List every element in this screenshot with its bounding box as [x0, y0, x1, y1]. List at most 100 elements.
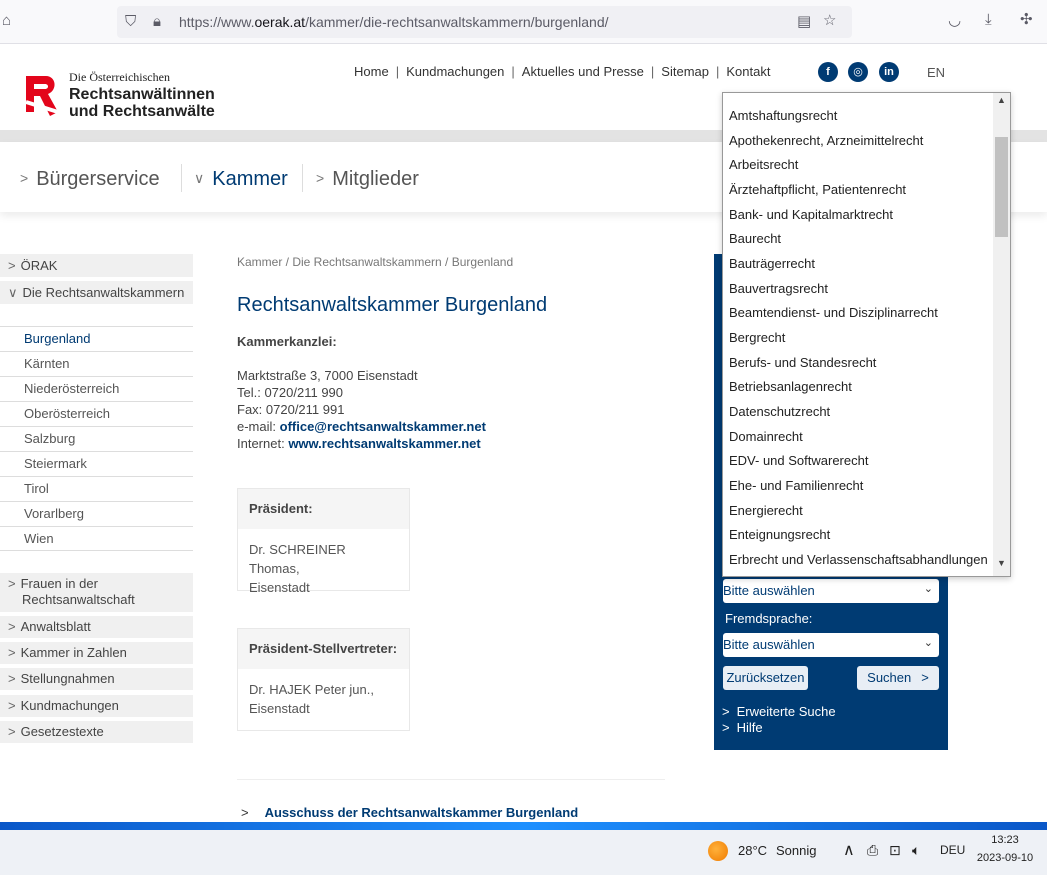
- chevron-right-icon: >: [241, 805, 249, 820]
- chevron-right-icon: >: [20, 170, 29, 186]
- dropdown-option[interactable]: Berufs- und Standesrecht: [729, 355, 876, 370]
- instagram-icon[interactable]: ◎: [848, 62, 868, 82]
- clock-time[interactable]: 13:23: [990, 834, 1020, 846]
- kanzlei-label: Kammerkanzlei:: [237, 334, 337, 349]
- scrollbar-thumb[interactable]: [995, 137, 1008, 237]
- fachgebiet-select[interactable]: Bitte auswählen ⌄: [723, 579, 939, 603]
- logo-text[interactable]: Die Österreichischen Rechtsanwältinnen u…: [69, 69, 215, 120]
- sidebar-sub-vorarlberg[interactable]: Vorarlberg: [0, 501, 193, 526]
- dropdown-option[interactable]: Erbrecht und Verlassenschaftsabhandlunge…: [729, 552, 988, 567]
- dropdown-option[interactable]: Ärztehaftpflicht, Patientenrecht: [729, 182, 906, 197]
- dropdown-option[interactable]: Bergrecht: [729, 330, 785, 345]
- dropdown-option[interactable]: EDV- und Softwarerecht: [729, 453, 868, 468]
- top-navigation: Home | Kundmachungen | Aktuelles und Presse |…: [354, 64, 771, 79]
- topnav-home[interactable]: Home: [354, 64, 389, 79]
- praesident-card: Präsident: Dr. SCHREINER Thomas, Eisenst…: [237, 488, 410, 595]
- sidebar-sub-salzburg[interactable]: Salzburg: [0, 426, 193, 451]
- sidebar-sub-niederoesterreich[interactable]: Niederösterreich: [0, 376, 193, 401]
- chevron-right-icon: >: [8, 576, 16, 591]
- meet-icon[interactable]: ⎙: [867, 842, 878, 859]
- topnav-kundmachungen[interactable]: Kundmachungen: [406, 64, 504, 79]
- taskbar: 28°C Sonnig ∧ ⎙ ⊡ 🔈︎ DEU 13:23 2023-09-1…: [0, 830, 1047, 875]
- chevron-up-icon[interactable]: ∧: [843, 840, 855, 860]
- sidebar-item-gesetzestexte[interactable]: > Gesetzestexte: [0, 721, 193, 743]
- dropdown-option[interactable]: Apothekenrecht, Arzneimittelrecht: [729, 133, 923, 148]
- sidebar-item-rechtsanwaltskammern[interactable]: ∨ Die Rechtsanwaltskammern: [0, 281, 193, 304]
- fremdsprache-select[interactable]: Bitte auswählen ⌄: [723, 633, 939, 657]
- search-button[interactable]: Suchen >: [857, 666, 939, 690]
- dropdown-scrollbar[interactable]: ▲ ▼: [993, 93, 1010, 576]
- breadcrumb[interactable]: Kammer / Die Rechtsanwaltskammern / Burg…: [237, 255, 513, 269]
- lock-icon[interactable]: 🔒︎: [153, 14, 161, 30]
- pocket-icon[interactable]: ◡: [948, 13, 961, 29]
- dropdown-option[interactable]: Domainrecht: [729, 429, 803, 444]
- address-bar[interactable]: ⛉ 🔒︎ https://www.oerak.at/kammer/die-rec…: [117, 6, 852, 38]
- advanced-search-link[interactable]: > Erweiterte Suche: [722, 704, 836, 719]
- linkedin-icon[interactable]: in: [879, 62, 899, 82]
- sidebar-item-anwaltsblatt[interactable]: > Anwaltsblatt: [0, 616, 193, 638]
- dropdown-option[interactable]: Enteignungsrecht: [729, 527, 830, 542]
- bookmark-star-icon[interactable]: ☆: [823, 13, 836, 29]
- chevron-down-icon: ∨: [194, 170, 205, 186]
- internet-link[interactable]: www.rechtsanwaltskammer.net: [288, 436, 480, 451]
- dropdown-option[interactable]: Bauvertragsrecht: [729, 281, 828, 296]
- scroll-up-icon[interactable]: ▲: [993, 95, 1010, 111]
- stellvertreter-card: Präsident-Stellvertreter: Dr. HAJEK Pete…: [237, 628, 410, 731]
- sidebar-sub-steiermark[interactable]: Steiermark: [0, 451, 193, 476]
- chevron-down-icon: ∨: [8, 285, 18, 300]
- browser-toolbar: ⌂ ⛉ 🔒︎ https://www.oerak.at/kammer/die-r…: [0, 0, 1047, 44]
- chevron-down-icon: ⌄: [923, 637, 933, 649]
- sidebar-item-kammer-in-zahlen[interactable]: > Kammer in Zahlen: [0, 642, 193, 664]
- dropdown-option[interactable]: Arbeitsrecht: [729, 157, 798, 172]
- sidebar-item-kundmachungen[interactable]: > Kundmachungen: [0, 695, 193, 717]
- email-link[interactable]: office@rechtsanwaltskammer.net: [280, 419, 486, 434]
- weather-text[interactable]: Sonnig: [776, 843, 816, 858]
- dropdown-option[interactable]: Bank- und Kapitalmarktrecht: [729, 207, 893, 222]
- network-icon[interactable]: ⊡: [889, 842, 901, 859]
- fachgebiet-dropdown-list[interactable]: Amtshaftungsrecht Apothekenrecht, Arznei…: [722, 92, 1011, 577]
- sidebar-sub-tirol[interactable]: Tirol: [0, 476, 193, 501]
- dropdown-option[interactable]: Bauträgerrecht: [729, 256, 815, 271]
- facebook-icon[interactable]: f: [818, 62, 838, 82]
- dropdown-option[interactable]: Amtshaftungsrecht: [729, 108, 837, 123]
- sidebar-sub-kaernten[interactable]: Kärnten: [0, 351, 193, 376]
- shield-icon[interactable]: ⛉: [125, 14, 136, 30]
- chevron-right-icon: >: [8, 698, 16, 713]
- mainnav-buergerservice[interactable]: > Bürgerservice: [20, 168, 160, 191]
- ausschuss-accordion[interactable]: > Ausschuss der Rechtsanwaltskammer Burge…: [241, 805, 578, 820]
- language-switch[interactable]: EN: [927, 65, 945, 80]
- sidebar-sub-oberoesterreich[interactable]: Oberösterreich: [0, 401, 193, 426]
- home-icon[interactable]: ⌂: [2, 13, 11, 29]
- sidebar-item-stellungnahmen[interactable]: > Stellungnahmen: [0, 668, 193, 690]
- topnav-sitemap[interactable]: Sitemap: [661, 64, 709, 79]
- reader-view-icon[interactable]: ▤: [797, 14, 811, 30]
- sidebar-sub-burgenland[interactable]: Burgenland: [0, 326, 193, 351]
- scroll-down-icon[interactable]: ▼: [993, 558, 1010, 574]
- dropdown-option[interactable]: Baurecht: [729, 231, 781, 246]
- dropdown-option[interactable]: Energierecht: [729, 503, 803, 518]
- dropdown-option[interactable]: Ehe- und Familienrecht: [729, 478, 863, 493]
- help-link[interactable]: > Hilfe: [722, 720, 763, 735]
- download-icon[interactable]: ⤓: [985, 12, 992, 28]
- url-text[interactable]: https://www.oerak.at/kammer/die-rechtsan…: [179, 14, 609, 30]
- topnav-kontakt[interactable]: Kontakt: [726, 64, 770, 79]
- sidebar-sub-wien[interactable]: Wien: [0, 526, 193, 551]
- sun-icon[interactable]: [708, 841, 728, 861]
- chevron-right-icon: >: [722, 720, 730, 735]
- extensions-icon[interactable]: ✣: [1020, 12, 1033, 28]
- dropdown-option[interactable]: Betriebsanlagenrecht: [729, 379, 852, 394]
- stellvertreter-body: Dr. HAJEK Peter jun., Eisenstadt: [249, 682, 374, 716]
- dropdown-option[interactable]: Beamtendienst- und Disziplinarrecht: [729, 305, 938, 320]
- weather-temp[interactable]: 28°C: [738, 843, 767, 858]
- clock-date[interactable]: 2023-09-10: [974, 852, 1036, 864]
- mainnav-mitglieder[interactable]: > Mitglieder: [316, 168, 419, 191]
- mainnav-kammer[interactable]: ∨ Kammer: [194, 168, 288, 191]
- dropdown-option[interactable]: Datenschutzrecht: [729, 404, 830, 419]
- sidebar-item-frauen[interactable]: > Frauen in der Rechtsanwaltschaft: [0, 573, 193, 612]
- input-language[interactable]: DEU: [940, 843, 965, 857]
- logo-icon[interactable]: [24, 72, 60, 118]
- volume-icon[interactable]: 🔈︎: [912, 842, 920, 859]
- sidebar-item-oerak[interactable]: > ÖRAK: [0, 254, 193, 277]
- topnav-aktuelles[interactable]: Aktuelles und Presse: [522, 64, 644, 79]
- reset-button[interactable]: Zurücksetzen: [723, 666, 808, 690]
